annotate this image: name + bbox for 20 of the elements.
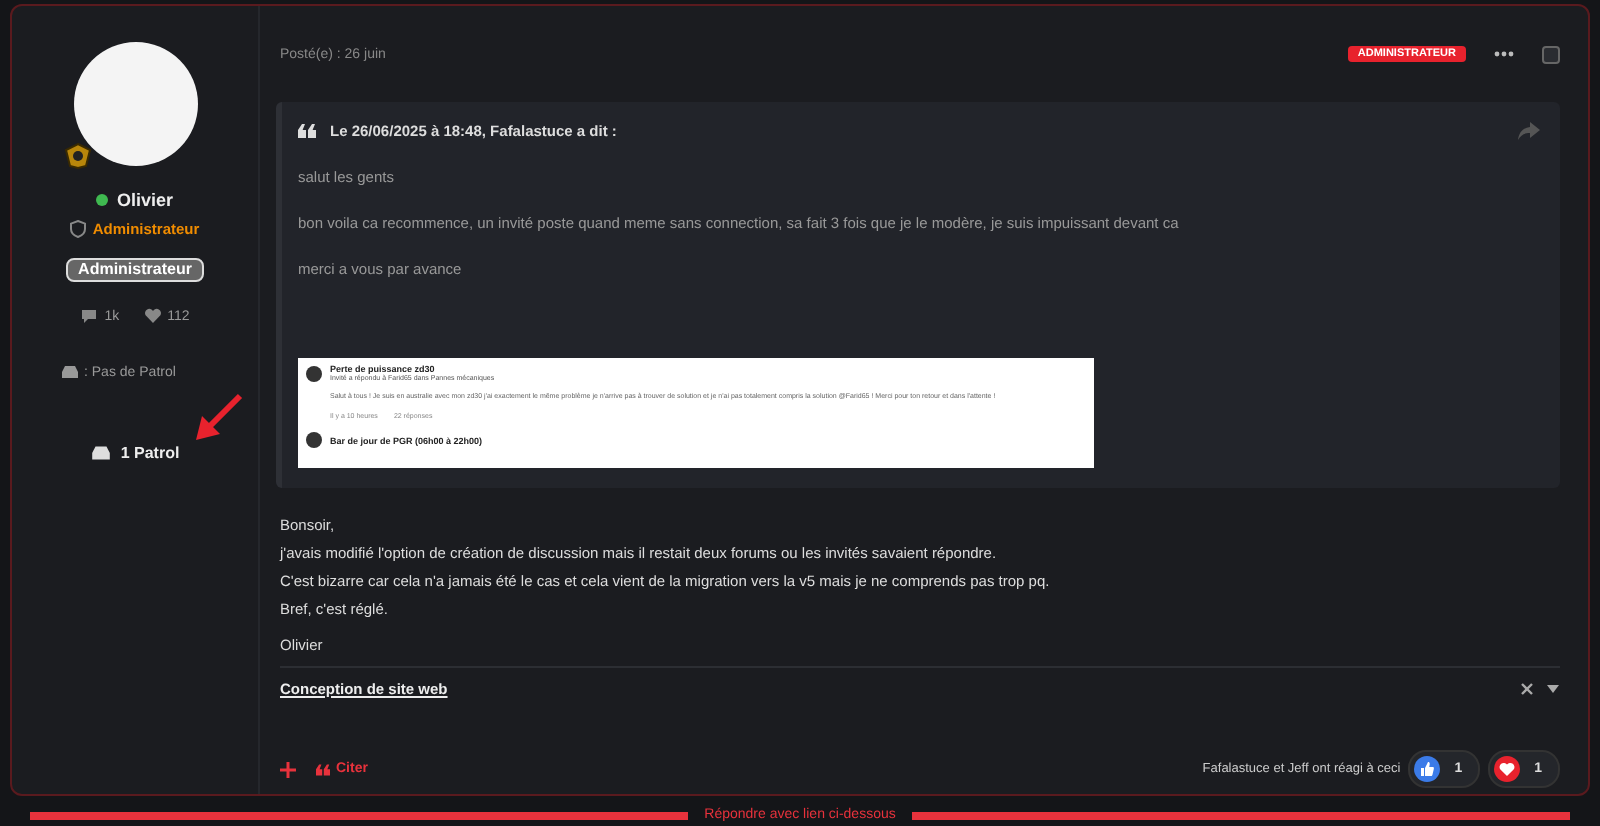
shield-icon [70, 220, 87, 238]
heart-icon [143, 308, 162, 324]
close-icon[interactable] [1520, 682, 1534, 696]
more-options-icon[interactable] [1494, 50, 1514, 58]
speech-bubble-icon [80, 308, 99, 324]
avatar-placeholder [306, 432, 322, 448]
username-link[interactable]: Olivier [116, 190, 173, 210]
quote-mark-icon [298, 124, 316, 138]
select-checkbox[interactable] [1542, 45, 1560, 63]
user-rank-badge: Administrateur [66, 258, 204, 282]
caret-icon[interactable] [1546, 684, 1560, 694]
pointer-arrow-drawing [191, 392, 244, 444]
thumbs-up-icon [1414, 756, 1441, 782]
avatar-placeholder [306, 365, 322, 381]
avatar-placeholder [73, 42, 197, 166]
heart-icon [1494, 756, 1521, 782]
rank-shield-icon [63, 142, 91, 170]
patrol-count: 1 Patrol [120, 444, 180, 462]
quote-mark-icon [316, 763, 330, 775]
plus-icon[interactable] [280, 761, 296, 777]
